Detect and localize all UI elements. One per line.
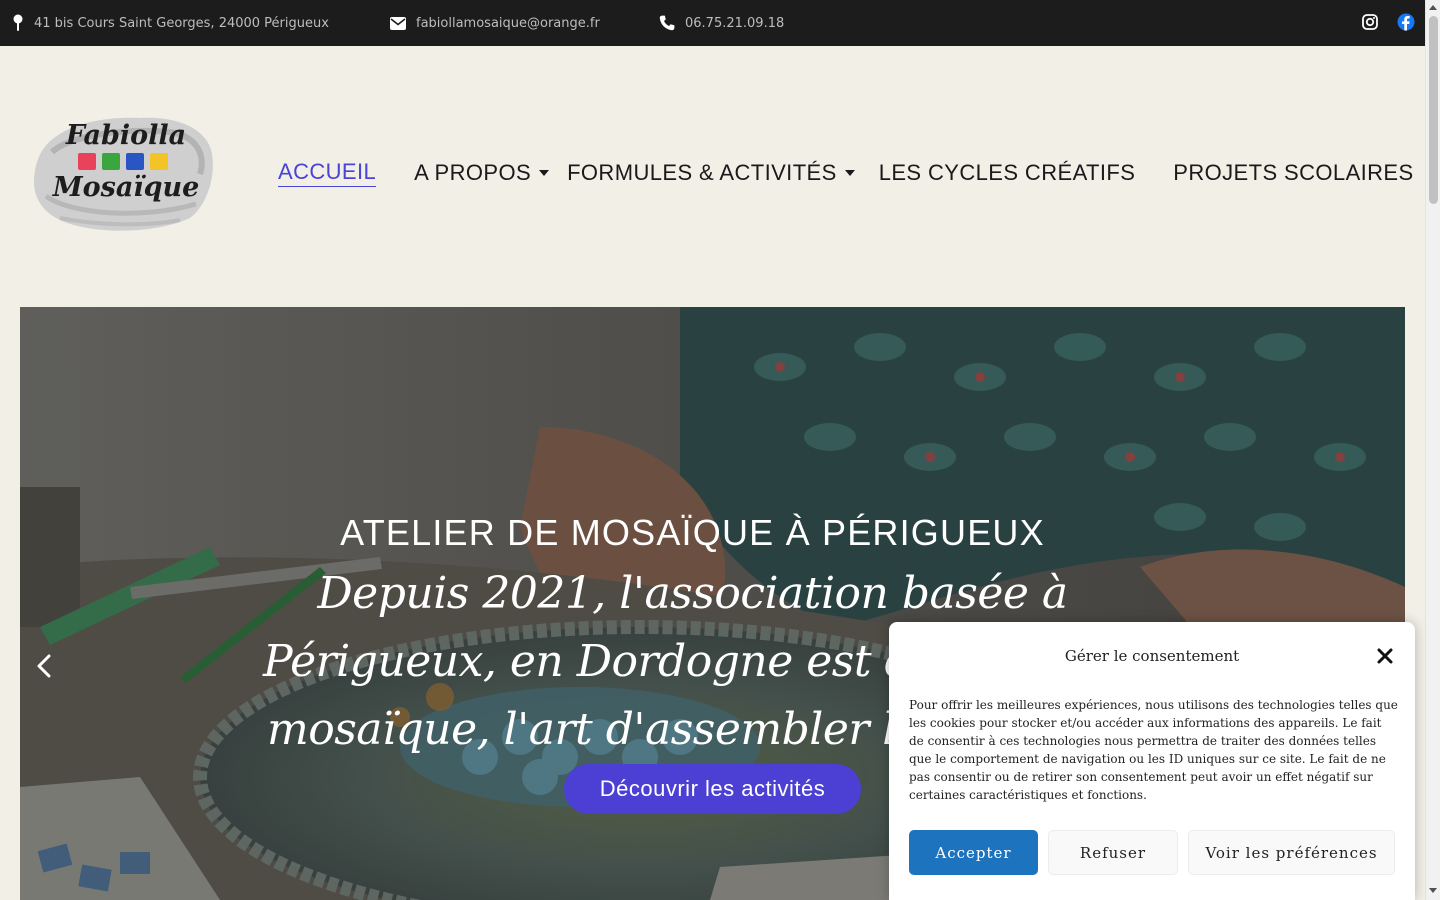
site-logo[interactable]: Fabiolla Mosaïque	[30, 108, 218, 236]
scroll-down-arrow[interactable]	[1429, 888, 1437, 893]
accept-button[interactable]: Accepter	[909, 830, 1038, 875]
email-item[interactable]: fabiollamosaique@orange.fr	[390, 0, 600, 46]
top-bar: 41 bis Cours Saint Georges, 24000 Périgu…	[0, 0, 1425, 46]
nav-item-a-propos[interactable]: A PROPOS	[414, 155, 550, 191]
consent-text: Pour offrir les meilleures expériences, …	[909, 698, 1398, 802]
phone-item[interactable]: 06.75.21.09.18	[659, 0, 784, 46]
nav-item-accueil[interactable]: ACCUEIL	[278, 155, 377, 191]
refuse-button[interactable]: Refuser	[1048, 830, 1178, 875]
nav-item-scolaires[interactable]: PROJETS SCOLAIRES	[1173, 155, 1413, 191]
instagram-link[interactable]	[1360, 12, 1380, 32]
chevron-left-icon	[37, 654, 51, 678]
discover-activities-button[interactable]: Découvrir les activités	[564, 764, 861, 814]
chevron-down-icon	[539, 170, 550, 176]
consent-title: Gérer le consentement	[1064, 647, 1240, 665]
nav-label-scolaires: PROJETS SCOLAIRES	[1173, 160, 1414, 185]
slider-prev-button[interactable]	[32, 652, 56, 680]
nav-item-cycles[interactable]: LES CYCLES CRÉATIFS	[879, 155, 1136, 191]
logo-image: Fabiolla Mosaïque	[34, 117, 213, 231]
logo-line1: Fabiolla	[65, 120, 186, 151]
address-item: 41 bis Cours Saint Georges, 24000 Périgu…	[12, 0, 329, 46]
logo-line2: Mosaïque	[52, 172, 200, 203]
instagram-icon	[1362, 14, 1378, 30]
nav-label-formules: FORMULES & ACTIVITÉS	[567, 160, 837, 185]
page-scrollbar[interactable]	[1425, 0, 1440, 900]
hero-title: ATELIER DE MOSAÏQUE À PÉRIGUEUX	[340, 512, 1045, 553]
phone-link[interactable]: 06.75.21.09.18	[685, 16, 784, 31]
nav-label-accueil: ACCUEIL	[278, 159, 377, 187]
scroll-thumb[interactable]	[1429, 16, 1438, 204]
chevron-down-icon	[844, 170, 855, 176]
main-nav: ACCUEIL A PROPOS FORMULES & ACTIVITÉS LE…	[278, 155, 1414, 191]
map-pin-icon	[13, 14, 23, 31]
close-icon	[1377, 648, 1393, 664]
cookie-consent-dialog: Gérer le consentement Pour offrir les me…	[889, 622, 1415, 900]
view-preferences-button[interactable]: Voir les préférences	[1188, 830, 1395, 875]
facebook-icon	[1397, 13, 1415, 31]
phone-icon	[659, 15, 675, 31]
consent-close-button[interactable]	[1375, 646, 1395, 666]
address-text: 41 bis Cours Saint Georges, 24000 Périgu…	[34, 15, 329, 31]
nav-label-a-propos: A PROPOS	[414, 160, 532, 185]
nav-item-formules[interactable]: FORMULES & ACTIVITÉS	[567, 155, 855, 191]
scroll-up-arrow[interactable]	[1429, 5, 1437, 10]
envelope-icon	[390, 16, 406, 30]
facebook-link[interactable]	[1396, 12, 1416, 32]
nav-label-cycles: LES CYCLES CRÉATIFS	[878, 160, 1136, 185]
email-link[interactable]: fabiollamosaique@orange.fr	[416, 16, 600, 31]
